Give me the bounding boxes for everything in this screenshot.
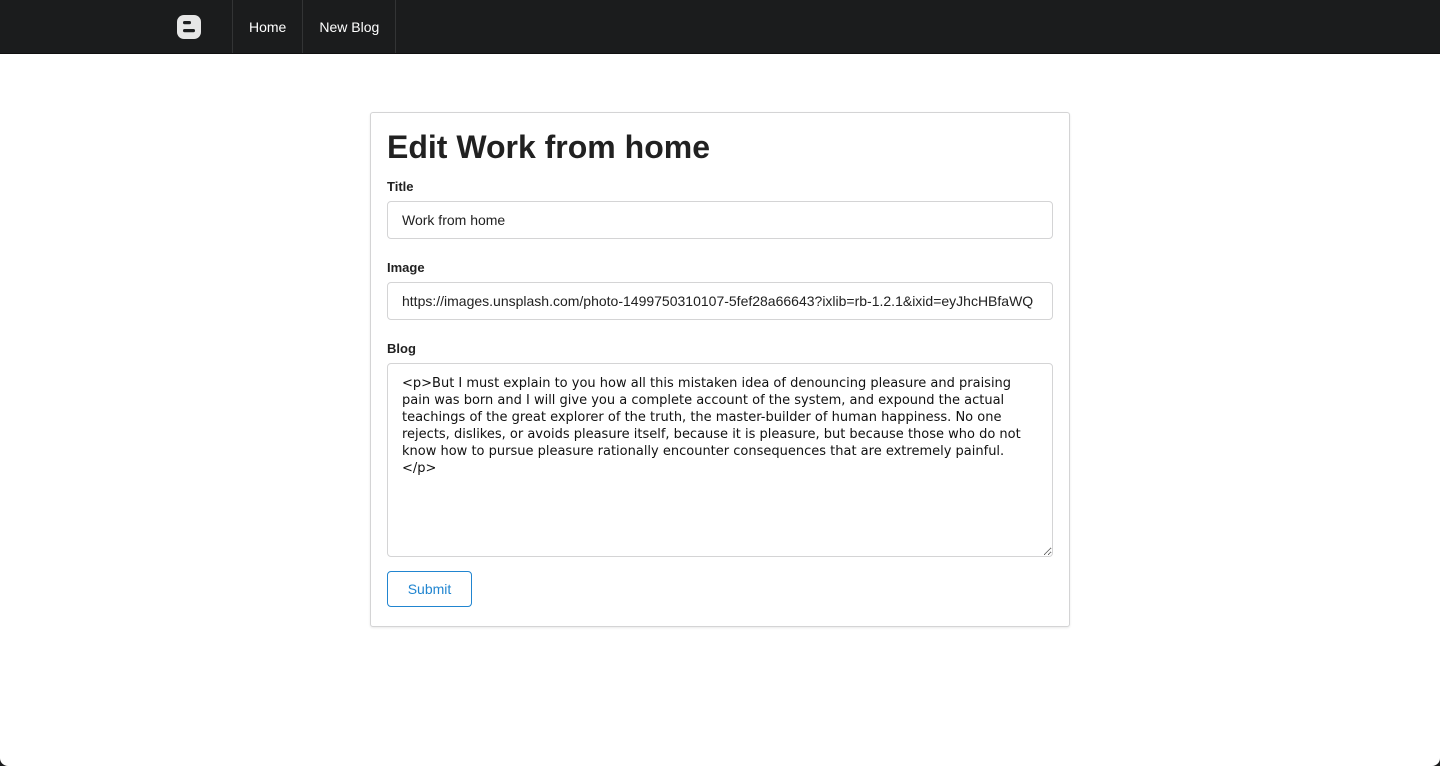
nav-home-link[interactable]: Home [233,0,304,53]
image-url-input[interactable] [387,282,1053,320]
title-input[interactable] [387,201,1053,239]
blog-label: Blog [387,341,416,356]
page: Home New Blog Edit Work from home Title … [0,0,1440,766]
title-label: Title [387,179,414,194]
blogger-logo-icon[interactable] [176,14,202,40]
nav-brand[interactable] [0,0,233,53]
blog-field-group: Blog <p>But I must explain to you how al… [387,341,1053,557]
image-field-group: Image [387,260,1053,320]
image-label: Image [387,260,425,275]
submit-button[interactable]: Submit [387,571,472,607]
top-navbar: Home New Blog [0,0,1440,54]
title-field-group: Title [387,179,1053,239]
nav-new-blog-link[interactable]: New Blog [303,0,397,53]
edit-form-card: Edit Work from home Title Image Blog <p>… [370,112,1070,627]
page-title: Edit Work from home [387,129,710,165]
blog-textarea[interactable]: <p>But I must explain to you how all thi… [387,363,1053,557]
